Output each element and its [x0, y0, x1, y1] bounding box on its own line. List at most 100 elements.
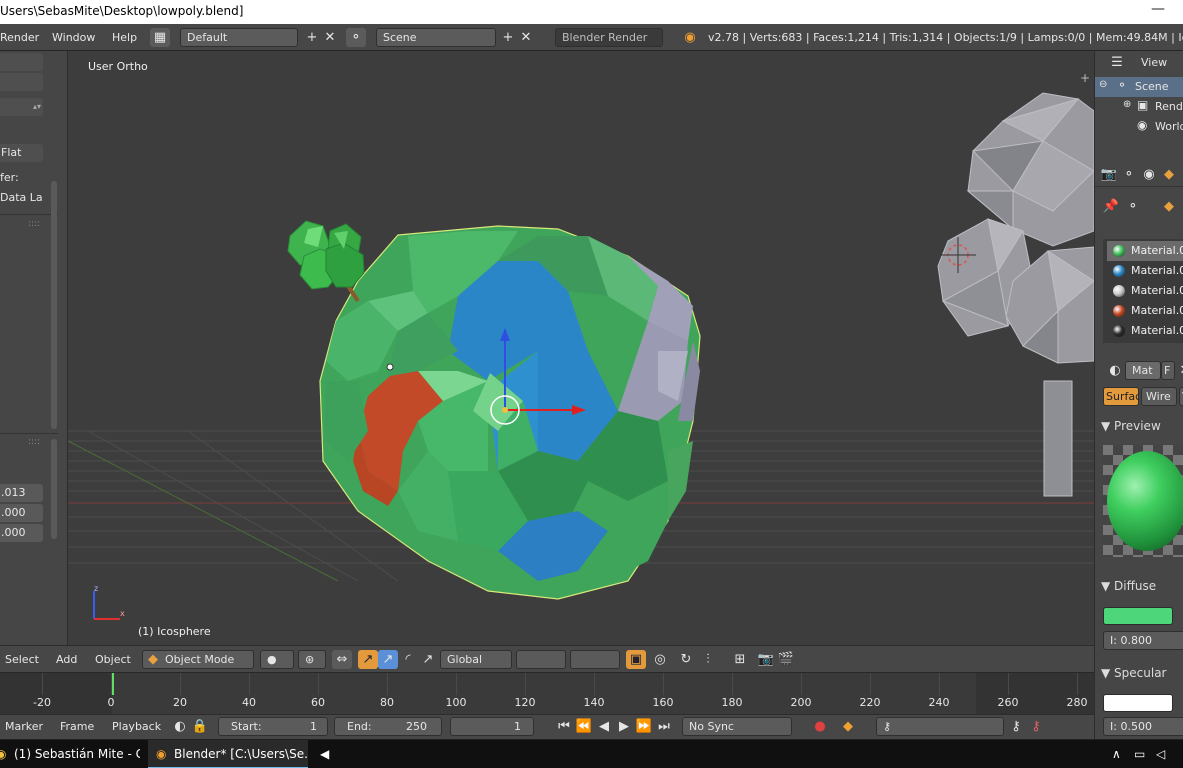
rotate-icon[interactable]: ↗	[378, 650, 398, 669]
manipulator-toggle-icon[interactable]: ⇔	[332, 650, 352, 669]
scene-dropdown[interactable]: Scene	[376, 28, 496, 47]
menu-render[interactable]: Render	[0, 31, 39, 44]
sync-dropdown[interactable]: No Sync	[682, 717, 792, 736]
panel-grip-icon[interactable]: ::::	[28, 437, 40, 447]
record-icon[interactable]: ●	[810, 717, 830, 736]
proportional-edit-icon[interactable]: ◎	[650, 650, 670, 669]
render-icon[interactable]: 📷	[756, 650, 776, 669]
unlink-icon[interactable]: ✕	[1175, 361, 1183, 380]
tool-shelf-scrollbar[interactable]	[51, 181, 57, 429]
tool-shelf-scrollbar-2[interactable]	[51, 439, 57, 539]
value-field-2[interactable]: .000	[0, 504, 43, 522]
snap-icon[interactable]: ↻	[676, 650, 696, 669]
add-scene-icon[interactable]: +	[498, 28, 518, 47]
transform-icon[interactable]: ↗	[418, 650, 438, 669]
fake-user-tab[interactable]: F	[1161, 361, 1175, 380]
screen-layout-icon[interactable]: ▦	[150, 28, 170, 47]
outliner-render-row[interactable]: ⊕ ▣ Rende	[1095, 97, 1183, 117]
tool-shelf-dropdown[interactable]: ▴▾	[0, 98, 43, 116]
specular-section-header[interactable]: ▼ Specular	[1101, 666, 1167, 680]
specular-color-swatch[interactable]	[1103, 694, 1173, 712]
play-icon[interactable]: ▶	[614, 717, 634, 736]
outliner-world-row[interactable]: ◉ World	[1095, 117, 1183, 137]
diffuse-section-header[interactable]: ▼ Diffuse	[1101, 579, 1156, 593]
diffuse-color-swatch[interactable]	[1103, 607, 1173, 625]
tray-chevron-icon[interactable]: ∧	[1112, 740, 1128, 768]
keyframe-icon[interactable]: ◆	[838, 717, 858, 736]
translate-icon[interactable]: ↗	[358, 650, 378, 669]
material-slot[interactable]: Material.0	[1107, 281, 1183, 301]
pin-icon[interactable]: 📌	[1101, 197, 1121, 216]
orientation-dropdown[interactable]: Global	[440, 650, 512, 669]
start-frame-field[interactable]: Start: 1	[218, 717, 328, 736]
timeline-grid[interactable]: -20 0 20 40 60 80 100 120 140 160 180 200 220 240 260 2…	[0, 672, 1094, 714]
jump-end-icon[interactable]: ⏭	[654, 717, 674, 736]
jump-start-icon[interactable]: ⏮	[554, 717, 574, 736]
scene-icon[interactable]: ⚬	[346, 28, 366, 47]
end-frame-field[interactable]: End: 250	[334, 717, 442, 736]
tray-volume-icon[interactable]: ◁	[1156, 740, 1172, 768]
lock-camera-icon[interactable]: ▣	[626, 650, 646, 669]
layers-grid-1[interactable]	[516, 650, 566, 669]
collapse-icon[interactable]: ⊖	[1099, 79, 1107, 90]
menu-frame[interactable]: Frame	[60, 720, 94, 733]
scene-tab-icon[interactable]: ⚬	[1119, 165, 1139, 184]
surface-tab[interactable]: Surfac	[1103, 387, 1139, 406]
shading-mode-dropdown[interactable]: ●	[260, 650, 294, 669]
tool-shelf-field-1[interactable]	[0, 53, 43, 71]
world-tab-icon[interactable]: ◉	[1139, 165, 1159, 184]
value-field-1[interactable]: .013	[0, 484, 43, 502]
insert-keyframe-icon[interactable]: ⚷	[1006, 717, 1026, 736]
anim-render-icon[interactable]: 🎬	[776, 650, 796, 669]
menu-select[interactable]: Select	[5, 653, 39, 666]
material-slot[interactable]: Material.0	[1107, 241, 1183, 261]
outliner-scene-row[interactable]: ⊖ ⚬ Scene	[1095, 77, 1183, 97]
remove-layout-icon[interactable]: ✕	[320, 28, 340, 47]
delete-keyframe-icon[interactable]: ⚷	[1026, 717, 1046, 736]
render-engine-dropdown[interactable]: Blender Render	[555, 28, 663, 47]
pivot-dropdown[interactable]: ⊛	[298, 650, 326, 669]
render-region-icon[interactable]: ⊞	[730, 650, 750, 669]
play-reverse-icon[interactable]: ◀	[594, 717, 614, 736]
tool-shelf-field-2[interactable]	[0, 73, 43, 91]
value-field-3[interactable]: .000	[0, 524, 43, 542]
lock-icon[interactable]: 🔒	[190, 717, 210, 736]
jump-next-key-icon[interactable]: ⏩	[634, 717, 654, 736]
preview-range-icon[interactable]: ◐	[170, 717, 190, 736]
menu-marker[interactable]: Marker	[5, 720, 43, 733]
3d-viewport[interactable]: User Ortho (1) Icosphere z x +	[68, 51, 1094, 645]
menu-window[interactable]: Window	[52, 31, 95, 44]
snap-target-icon[interactable]: ⫶	[698, 650, 718, 669]
taskbar-app-icon[interactable]: ◀	[320, 740, 336, 768]
layers-grid-2[interactable]	[570, 650, 620, 669]
menu-add[interactable]: Add	[56, 653, 77, 666]
taskbar-item-blender[interactable]: ◉ Blender* [C:\Users\Se...	[148, 740, 308, 768]
panel-expand-icon[interactable]: +	[1080, 71, 1090, 85]
menu-playback[interactable]: Playback	[112, 720, 161, 733]
scale-icon[interactable]: ◜	[398, 650, 418, 669]
diffuse-intensity-field[interactable]: I: 0.800	[1103, 631, 1183, 650]
panel-grip-icon[interactable]: ::::	[28, 219, 40, 229]
data-layer-label[interactable]: Data La	[0, 191, 43, 204]
menu-help[interactable]: Help	[112, 31, 137, 44]
minimize-button[interactable]: —	[1151, 1, 1165, 17]
material-name-field[interactable]: Mat	[1125, 361, 1161, 380]
tray-network-icon[interactable]: ▭	[1134, 740, 1150, 768]
outliner-editor-icon[interactable]: ☰	[1107, 53, 1127, 72]
current-frame-field[interactable]: 1	[450, 717, 534, 736]
outliner-view-menu[interactable]: View	[1135, 54, 1183, 73]
screen-layout-dropdown[interactable]: Default	[180, 28, 298, 47]
remove-scene-icon[interactable]: ✕	[516, 28, 536, 47]
keying-set-field[interactable]: ⚷	[876, 717, 1004, 736]
volume-tab[interactable]: V	[1179, 387, 1183, 406]
material-slot[interactable]: Material.0	[1107, 301, 1183, 321]
taskbar-item-chrome[interactable]: ◉ (1) Sebastián Mite - G...	[0, 740, 140, 768]
specular-intensity-field[interactable]: I: 0.500	[1103, 717, 1183, 736]
render-tab-icon[interactable]: 📷	[1099, 165, 1119, 184]
material-slot[interactable]: Material.0	[1107, 321, 1183, 341]
expand-icon[interactable]: ⊕	[1123, 99, 1131, 110]
object-tab-icon[interactable]: ◆	[1159, 165, 1179, 184]
material-slot[interactable]: Material.0	[1107, 261, 1183, 281]
menu-object[interactable]: Object	[95, 653, 131, 666]
add-layout-icon[interactable]: +	[302, 28, 322, 47]
